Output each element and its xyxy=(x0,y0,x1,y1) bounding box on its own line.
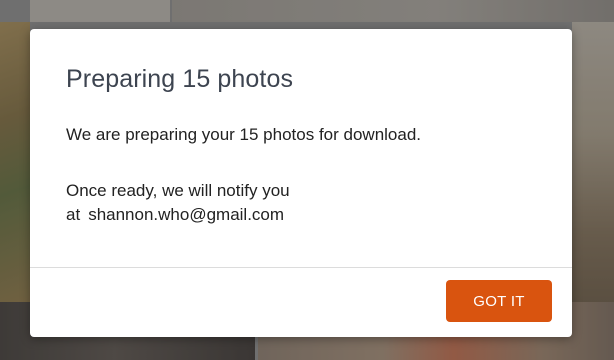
dialog-footer: GOT IT xyxy=(30,268,572,337)
notify-prefix: at xyxy=(66,205,81,224)
notify-line: Once ready, we will notify you xyxy=(66,181,290,200)
got-it-button[interactable]: GOT IT xyxy=(446,280,552,322)
dialog-body: Preparing 15 photos We are preparing you… xyxy=(30,29,572,267)
download-preparing-dialog: Preparing 15 photos We are preparing you… xyxy=(30,29,572,337)
dialog-title: Preparing 15 photos xyxy=(66,65,294,93)
dialog-message: We are preparing your 15 photos for down… xyxy=(66,125,422,144)
notify-email: shannon.who@gmail.com xyxy=(88,205,285,224)
notify-text: Once ready, we will notify you at shannon… xyxy=(66,179,290,227)
